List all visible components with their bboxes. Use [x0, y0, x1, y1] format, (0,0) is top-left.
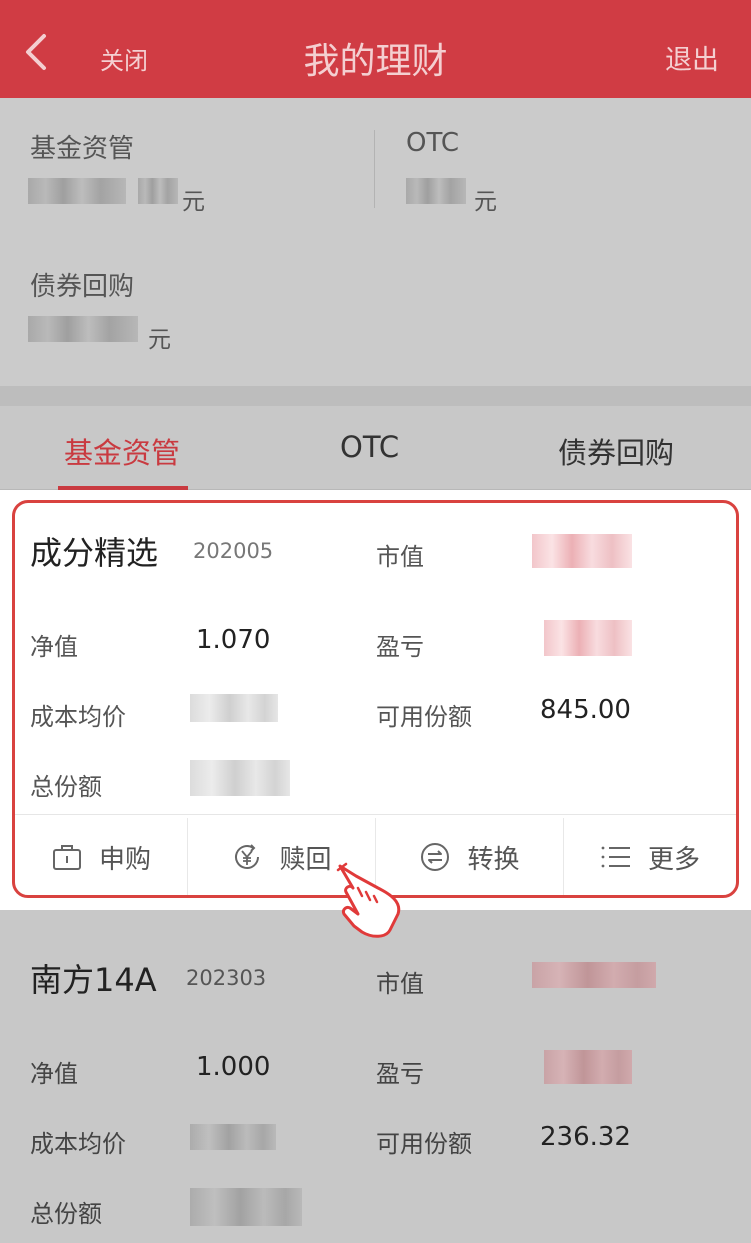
total-redacted [190, 1188, 302, 1226]
fund-amount-redacted-2 [138, 178, 178, 204]
exit-button[interactable]: 退出 [665, 38, 719, 77]
market-value-label: 市值 [376, 970, 424, 998]
bond-summary-label: 债券回购 [30, 272, 135, 302]
available-value: 236.32 [540, 1122, 631, 1152]
section-gap [0, 386, 751, 406]
fund-card-highlight[interactable] [12, 500, 739, 898]
otc-summary-label: OTC [406, 128, 459, 158]
tab-otc[interactable]: OTC [340, 430, 399, 464]
tab-bond[interactable]: 债券回购 [558, 430, 674, 472]
cost-label: 成本均价 [30, 1130, 126, 1158]
bond-unit: 元 [148, 327, 171, 353]
pnl-label: 盈亏 [376, 1060, 424, 1088]
fund-code: 202303 [186, 966, 267, 990]
otc-amount-redacted [406, 178, 466, 204]
fund-summary-label: 基金资管 [30, 134, 135, 164]
tab-fund[interactable]: 基金资管 [64, 430, 180, 472]
fund-amount-redacted [28, 178, 126, 204]
available-label: 可用份额 [376, 1130, 472, 1158]
fund-name: 南方14A [30, 961, 157, 999]
summary-divider [374, 130, 375, 208]
total-label: 总份额 [30, 1200, 102, 1228]
page-title: 我的理财 [303, 41, 448, 82]
bond-amount-redacted [28, 316, 138, 342]
nav-value: 1.000 [196, 1052, 271, 1082]
nav-label: 净值 [30, 1060, 78, 1088]
fund-unit: 元 [182, 189, 205, 215]
pointing-hand-icon [336, 862, 401, 938]
otc-unit: 元 [474, 189, 497, 215]
pnl-redacted [544, 1050, 632, 1084]
cost-redacted [190, 1124, 276, 1150]
top-nav-bar: 关闭 我的理财 退出 [0, 0, 751, 98]
product-tabs: 基金资管 OTC 债券回购 [0, 406, 751, 490]
market-value-redacted [532, 962, 656, 988]
